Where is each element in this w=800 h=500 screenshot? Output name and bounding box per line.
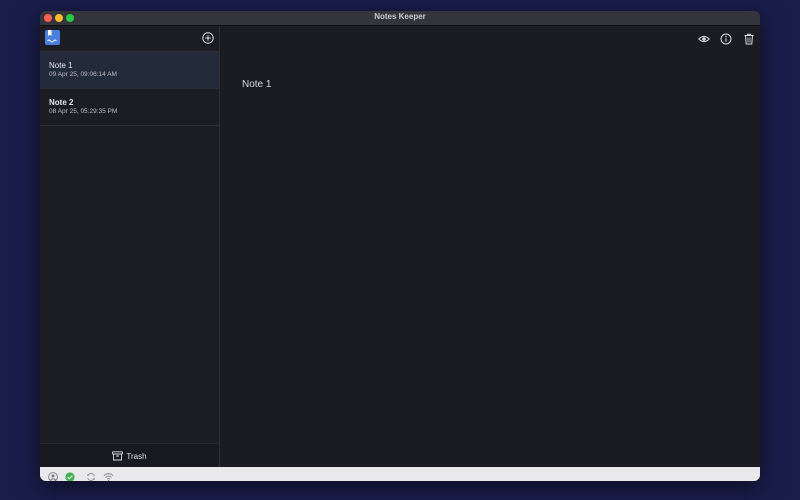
note-editor[interactable]: Note 1 xyxy=(220,26,760,467)
note-title: Note 2 xyxy=(49,98,74,107)
note-title: Note 1 xyxy=(49,61,73,70)
note-date: 08 Apr 25, 05:29:35 PM xyxy=(49,108,118,115)
notes-app-logo-icon xyxy=(45,30,60,45)
sidebar-header xyxy=(40,26,219,52)
note-list-item-1[interactable]: Note 1 09 Apr 25, 09:06:14 AM xyxy=(40,52,219,89)
note-content-text[interactable]: Note 1 xyxy=(242,79,271,90)
user-icon[interactable] xyxy=(48,469,58,481)
note-list-item-2[interactable]: Note 2 08 Apr 25, 05:29:35 PM xyxy=(40,89,219,126)
app-window: Notes Keeper Note 1 09 Apr 25, 09:06:14 … xyxy=(40,11,760,481)
status-bar xyxy=(40,467,760,481)
trash-button[interactable]: Trash xyxy=(40,443,219,468)
preview-button[interactable] xyxy=(698,32,710,44)
plus-circle-icon xyxy=(202,32,214,44)
info-button[interactable] xyxy=(720,32,732,45)
eye-icon xyxy=(698,35,710,43)
note-date: 09 Apr 25, 09:06:14 AM xyxy=(49,71,117,78)
window-title: Notes Keeper xyxy=(374,12,426,21)
wifi-icon xyxy=(103,469,114,481)
add-note-button[interactable] xyxy=(202,31,214,44)
info-icon xyxy=(720,33,732,45)
sync-icon[interactable] xyxy=(86,469,96,481)
trash-button-content: Trash xyxy=(40,451,219,461)
delete-note-button[interactable] xyxy=(743,32,755,45)
check-icon xyxy=(65,469,75,481)
trash-box-icon xyxy=(112,451,124,461)
trash-icon xyxy=(744,33,754,45)
sidebar: Note 1 09 Apr 25, 09:06:14 AM Note 2 08 … xyxy=(40,26,220,468)
trash-label: Trash xyxy=(126,452,147,461)
note-list: Note 1 09 Apr 25, 09:06:14 AM Note 2 08 … xyxy=(40,52,219,126)
title-bar: Notes Keeper xyxy=(40,11,760,26)
